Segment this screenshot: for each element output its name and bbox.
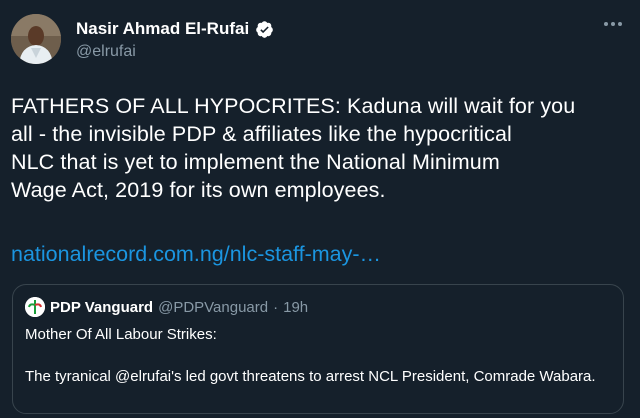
profile-photo-icon (11, 14, 61, 64)
quoted-author-name: PDP Vanguard (50, 298, 154, 316)
quoted-tweet-body: Mother Of All Labour Strikes: The tyrani… (25, 325, 610, 387)
author-name-row: Nasir Ahmad El-Rufai (76, 18, 274, 40)
quoted-text-line1: Mother Of All Labour Strikes: (25, 326, 217, 343)
tweet-card: Nasir Ahmad El-Rufai @elrufai FATHERS OF… (0, 0, 640, 418)
author-block: Nasir Ahmad El-Rufai @elrufai (76, 18, 274, 61)
author-avatar[interactable] (11, 14, 61, 64)
quoted-tweet[interactable]: PDP Vanguard @PDPVanguard · 19h Mother O… (12, 284, 624, 414)
quoted-separator: · (273, 298, 279, 316)
quoted-author-handle: @PDPVanguard (158, 298, 269, 316)
more-options-icon[interactable] (604, 22, 622, 26)
quoted-tweet-header: PDP Vanguard @PDPVanguard · 19h (25, 297, 308, 317)
quoted-avatar-icon (25, 297, 45, 317)
quoted-text-line2: The tyranical @elrufai's led govt threat… (25, 368, 596, 385)
tweet-link[interactable]: nationalrecord.com.ng/nlc-staff-may-… (11, 240, 381, 268)
quoted-timestamp: 19h (283, 298, 309, 316)
author-handle[interactable]: @elrufai (76, 43, 274, 61)
author-name[interactable]: Nasir Ahmad El-Rufai (76, 19, 249, 39)
tweet-text: FATHERS OF ALL HYPOCRITES: Kaduna will w… (11, 94, 576, 202)
verified-badge-icon (255, 20, 274, 39)
